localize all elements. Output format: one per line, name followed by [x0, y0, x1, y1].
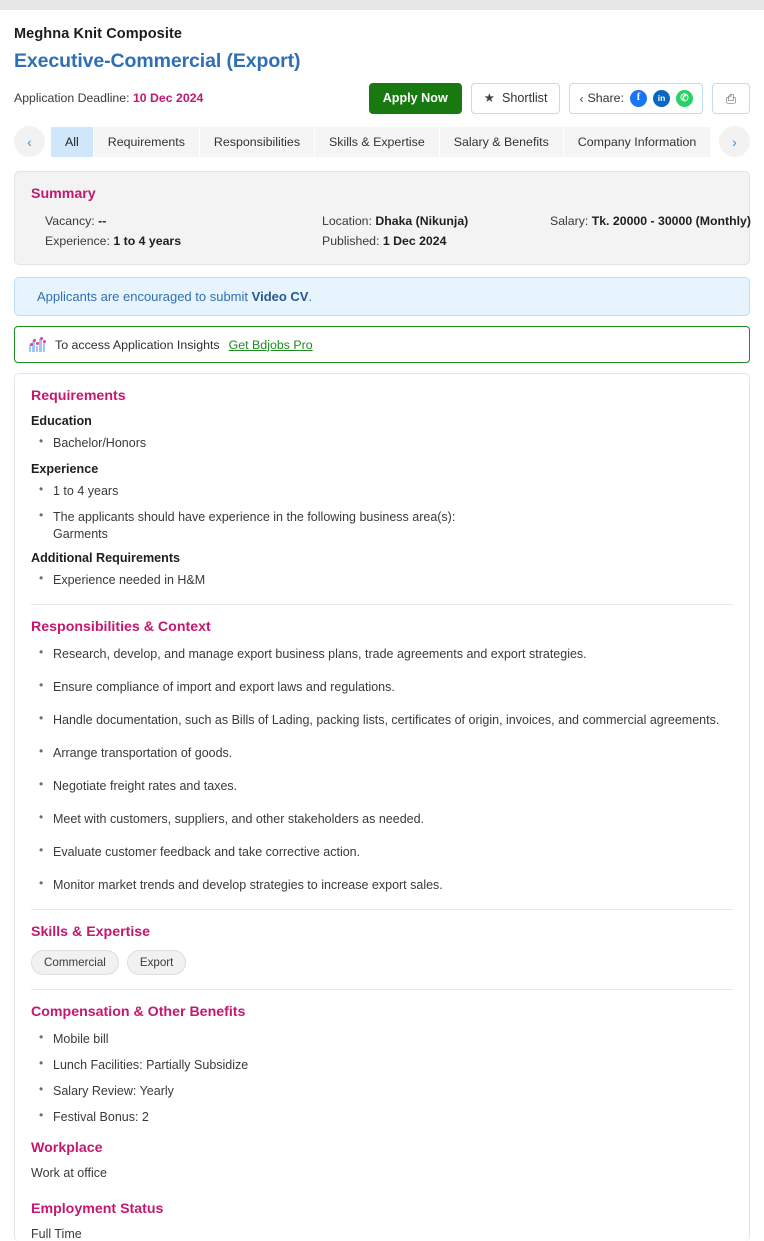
linkedin-icon[interactable]: in	[653, 90, 670, 107]
list-item: Handle documentation, such as Bills of L…	[35, 710, 733, 729]
bar-chart-icon	[29, 337, 46, 352]
tab-prev-arrow-icon[interactable]: ‹	[14, 126, 45, 157]
summary-fields: Vacancy: -- Location: Dhaka (Nikunja) Sa…	[31, 214, 751, 248]
application-insights-banner: To access Application Insights Get Bdjob…	[14, 326, 750, 363]
section-title-requirements: Requirements	[31, 388, 126, 404]
facebook-icon[interactable]: f	[630, 90, 647, 107]
summary-published-label: Published:	[322, 234, 380, 248]
header-action-row: Application Deadline: 10 Dec 2024 Apply …	[14, 83, 750, 114]
responsibilities-list: Research, develop, and manage export bus…	[31, 643, 733, 895]
compensation-list: Mobile bill Lunch Facilities: Partially …	[31, 1028, 733, 1127]
apply-now-button[interactable]: Apply Now	[368, 83, 462, 114]
requirements-education-label: Education	[31, 414, 92, 428]
tab-bar: ‹ All Requirements Responsibilities Skil…	[14, 126, 750, 157]
social-icons: f in ✆	[630, 90, 693, 107]
action-buttons: Apply Now ★ Shortlist ‹ Share: f in ✆ ⎙	[368, 83, 750, 114]
video-cv-text-before: Applicants are encouraged to submit	[37, 289, 252, 304]
shortlist-button[interactable]: ★ Shortlist	[470, 83, 561, 114]
video-cv-banner: Applicants are encouraged to submit Vide…	[14, 277, 750, 316]
list-item: The applicants should have experience in…	[35, 507, 733, 526]
summary-box: Summary Vacancy: -- Location: Dhaka (Nik…	[14, 171, 751, 265]
deadline-value: 10 Dec 2024	[132, 91, 204, 105]
tab-requirements[interactable]: Requirements	[93, 126, 200, 157]
print-button[interactable]: ⎙	[712, 83, 750, 114]
printer-icon: ⎙	[725, 91, 737, 106]
summary-salary-label: Salary:	[550, 214, 589, 228]
summary-salary: Salary: Tk. 20000 - 30000 (Monthly)	[550, 214, 751, 228]
skill-chip[interactable]: Export	[126, 949, 187, 975]
summary-spacer	[550, 234, 751, 248]
list-item: Mobile bill	[35, 1028, 733, 1048]
list-item: Lunch Facilities: Partially Subsidize	[35, 1055, 733, 1074]
requirements-additional-label: Additional Requirements	[31, 551, 181, 566]
list-item: 1 to 4 years	[35, 481, 733, 500]
job-detail-card: Requirements Education Bachelor/Honors E…	[14, 373, 750, 1241]
list-item: Bachelor/Honors	[35, 433, 733, 452]
list-item: Salary Review: Yearly	[35, 1081, 733, 1100]
skill-chip-list: Commercial Export	[31, 949, 733, 975]
list-item: Ensure compliance of import and export l…	[35, 677, 733, 696]
company-name: Meghna Knit Composite	[14, 26, 183, 42]
top-strip	[0, 0, 764, 10]
list-item: Monitor market trends and develop strate…	[35, 875, 733, 894]
list-item: Meet with customers, suppliers, and othe…	[35, 809, 733, 828]
workplace-text: Work at office	[31, 1166, 107, 1180]
tab-responsibilities[interactable]: Responsibilities	[199, 126, 316, 157]
divider	[31, 988, 733, 990]
list-item: Evaluate customer feedback and take corr…	[35, 842, 733, 861]
section-title-employment-status: Employment Status	[31, 1201, 164, 1217]
summary-salary-value: Tk. 20000 - 30000 (Monthly)	[591, 214, 751, 228]
summary-title: Summary	[31, 186, 96, 202]
summary-published: Published: 1 Dec 2024	[322, 234, 550, 248]
tab-company-information[interactable]: Company Information	[563, 126, 712, 157]
summary-location-label: Location:	[322, 214, 372, 228]
section-title-skills: Skills & Expertise	[31, 923, 151, 940]
tab-next-arrow-icon[interactable]: ›	[719, 126, 750, 157]
tab-salary-benefits[interactable]: Salary & Benefits	[439, 126, 564, 157]
requirements-additional-list: Experience needed in H&M	[31, 570, 733, 589]
summary-vacancy-value: --	[98, 214, 107, 228]
list-item: Negotiate freight rates and taxes.	[35, 776, 733, 795]
whatsapp-icon[interactable]: ✆	[676, 90, 693, 107]
video-cv-text-after: .	[308, 289, 313, 304]
video-cv-link[interactable]: Video CV	[252, 289, 309, 304]
requirements-experience-label: Experience	[31, 462, 99, 477]
share-label: Share:	[587, 91, 624, 106]
shortlist-label: Shortlist	[501, 91, 548, 106]
summary-location: Location: Dhaka (Nikunja)	[322, 214, 550, 228]
list-item: Research, develop, and manage export bus…	[35, 643, 733, 663]
requirements-education-list: Bachelor/Honors	[31, 433, 733, 452]
job-detail-page: Meghna Knit Composite Executive-Commerci…	[0, 26, 764, 1241]
section-title-compensation: Compensation & Other Benefits	[31, 1003, 246, 1020]
summary-vacancy: Vacancy: --	[45, 214, 322, 228]
share-icon: ‹	[579, 91, 584, 106]
summary-experience: Experience: 1 to 4 years	[45, 234, 322, 248]
application-deadline: Application Deadline: 10 Dec 2024	[14, 91, 203, 114]
employment-status-text: Full Time	[31, 1227, 82, 1241]
get-bdjobs-pro-link[interactable]: Get Bdjobs Pro	[229, 338, 313, 352]
insights-text: To access Application Insights	[55, 337, 220, 352]
requirements-experience-list: 1 to 4 years The applicants should have …	[31, 481, 733, 526]
summary-experience-label: Experience:	[45, 234, 110, 248]
skill-chip[interactable]: Commercial	[31, 949, 119, 975]
tab-all[interactable]: All	[51, 126, 94, 157]
list-item: Arrange transportation of goods.	[35, 743, 733, 762]
summary-location-value: Dhaka (Nikunja)	[375, 214, 469, 228]
section-title-responsibilities: Responsibilities & Context	[31, 618, 211, 635]
summary-vacancy-label: Vacancy:	[45, 214, 95, 228]
tab-list: All Requirements Responsibilities Skills…	[51, 126, 713, 157]
section-title-workplace: Workplace	[31, 1140, 103, 1156]
deadline-label: Application Deadline:	[14, 91, 130, 105]
summary-experience-value: 1 to 4 years	[113, 234, 182, 248]
page-title: Executive-Commercial (Export)	[14, 50, 301, 72]
divider	[31, 603, 733, 605]
list-item: Festival Bonus: 2	[35, 1107, 733, 1126]
requirements-business-area: Garments	[53, 527, 108, 542]
tab-skills-expertise[interactable]: Skills & Expertise	[315, 126, 440, 157]
list-item: Experience needed in H&M	[35, 570, 733, 589]
divider	[31, 908, 733, 910]
star-icon: ★	[483, 91, 495, 106]
share-group: ‹ Share: f in ✆	[569, 83, 703, 114]
summary-published-value: 1 Dec 2024	[382, 234, 447, 248]
